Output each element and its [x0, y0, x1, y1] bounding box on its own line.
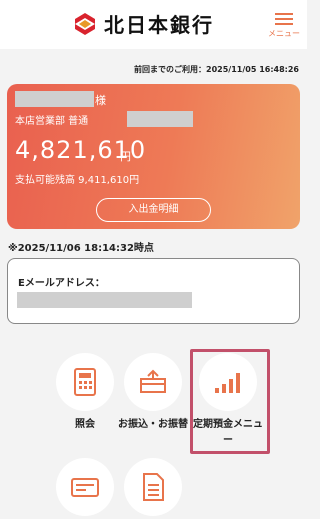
account-card: 様 本店営業部 普通 4,821,610 円 支払可能残高 9,411,610円…: [7, 84, 300, 229]
document-icon: [143, 473, 164, 501]
name-suffix: 様: [95, 94, 106, 107]
bank-name: 北日本銀行: [104, 13, 214, 37]
tile-inquiry-circle: [56, 353, 114, 411]
highlight-box: [190, 349, 270, 454]
calculator-icon: [74, 368, 96, 396]
email-section: Eメールアドレス：: [7, 258, 300, 324]
last-login-text: 前回までのご利用：2025/11/05 16:48:26: [134, 65, 299, 74]
transaction-history-button[interactable]: 入出金明細: [96, 198, 211, 222]
tile-transfer-circle: [124, 353, 182, 411]
as-of-timestamp: ※2025/11/06 18:14:32時点: [8, 243, 154, 254]
tile-inquiry[interactable]: 照会: [50, 353, 120, 433]
hamburger-icon: [275, 13, 293, 25]
app-header: 北日本銀行 メニュー: [0, 0, 307, 49]
transfer-icon: [140, 369, 166, 393]
tile-card-circle: [56, 458, 114, 516]
tile-inquiry-label: 照会: [75, 419, 95, 430]
branch-label: 本店営業部 普通: [15, 116, 89, 127]
tile-document[interactable]: [118, 458, 188, 519]
available-balance: 支払可能残高 9,411,610円: [15, 175, 140, 186]
tile-transfer-label: お振込・お振替: [118, 419, 188, 430]
menu-button[interactable]: メニュー: [267, 10, 301, 44]
tile-document-circle: [124, 458, 182, 516]
card-icon: [71, 478, 99, 497]
menu-label: メニュー: [268, 29, 300, 38]
balance-currency: 円: [120, 150, 131, 163]
tile-card[interactable]: [50, 458, 120, 519]
redacted-email-value: [17, 292, 192, 308]
redacted-account-name: [15, 91, 94, 107]
email-label: Eメールアドレス：: [18, 278, 105, 289]
tile-transfer[interactable]: お振込・お振替: [118, 353, 188, 433]
bank-logo-icon: [75, 12, 95, 35]
bank-logo: 北日本銀行: [72, 9, 214, 38]
redacted-account-number: [127, 111, 193, 127]
